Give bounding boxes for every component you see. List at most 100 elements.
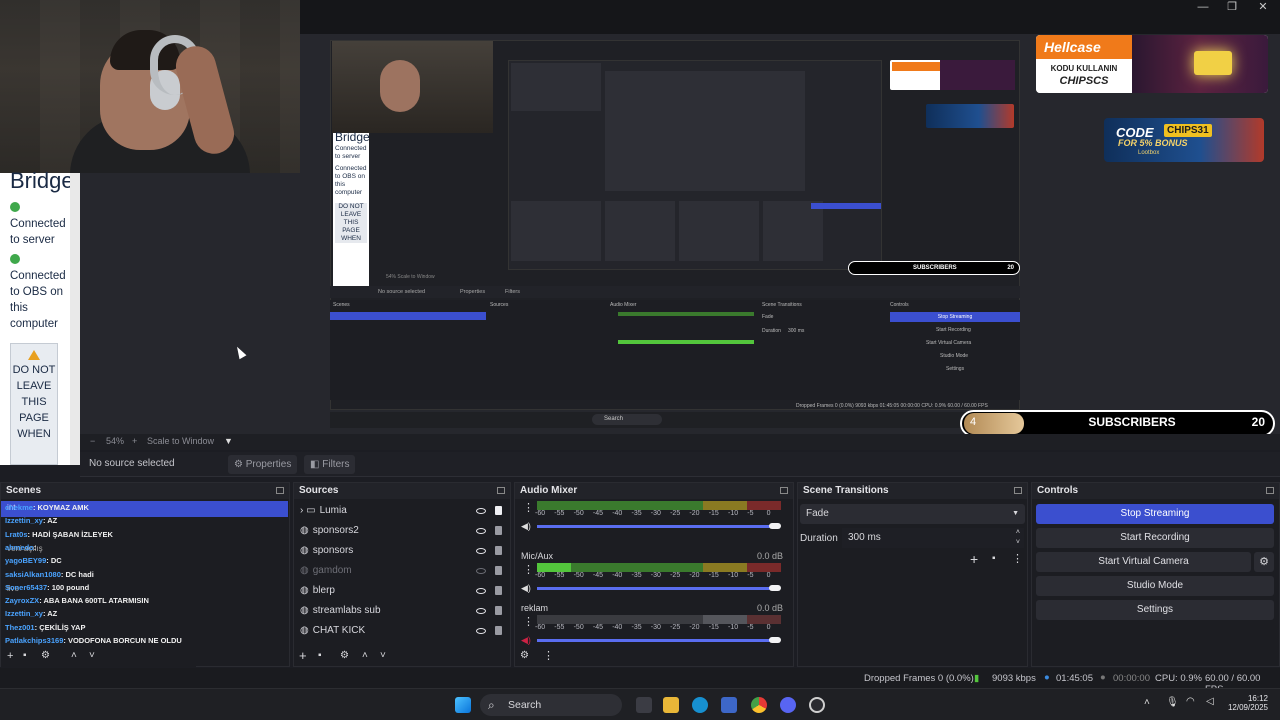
undock-icon[interactable] <box>1266 487 1274 494</box>
stream-icon: ● <box>1044 672 1050 683</box>
discord-icon[interactable] <box>780 697 796 713</box>
clock[interactable]: 16:12 12/09/2025 <box>1222 694 1268 712</box>
gear-icon[interactable]: ⚙ <box>41 650 50 661</box>
edge-icon[interactable] <box>692 697 708 713</box>
browser-icon: ◍ <box>300 525 309 536</box>
speaker-icon[interactable]: ◀) <box>521 635 531 646</box>
chevron-up-icon[interactable]: ˄ <box>1144 697 1150 708</box>
lock-icon[interactable] <box>495 566 502 575</box>
transition-select[interactable]: Fade ▼ <box>800 504 1025 524</box>
volume-scale: -60 -55 -50 -45 -40 -35 -30 -25 -20 -15 -10 -5 0 <box>535 624 771 631</box>
move-down-button[interactable]: ˅ <box>380 650 386 661</box>
chat-message: ahmedo: <box>5 542 37 552</box>
task-view-icon[interactable] <box>636 697 652 713</box>
lock-icon[interactable] <box>495 626 502 635</box>
obs-icon[interactable] <box>809 697 825 713</box>
channel-db: 0.0 dB <box>756 603 783 613</box>
more-menu-icon[interactable]: ⋮ <box>1012 552 1023 565</box>
channel-menu-icon[interactable]: ⋮ <box>523 501 534 514</box>
gear-icon[interactable]: ⚙ <box>520 650 529 661</box>
taskbar-search[interactable]: ⌕ Search <box>480 694 622 716</box>
windows-start-icon[interactable] <box>455 697 471 713</box>
chat-message: chekme: KOYMAZ AMK <box>5 503 89 512</box>
move-down-button[interactable]: ˅ <box>89 650 95 661</box>
zoom-out-button[interactable]: − <box>90 436 95 446</box>
source-item[interactable]: ◍ blerp <box>294 581 510 601</box>
undock-icon[interactable] <box>780 487 788 494</box>
chrome-icon[interactable] <box>751 697 767 713</box>
store-icon[interactable] <box>721 697 737 713</box>
settings-button[interactable]: Settings <box>1036 600 1274 620</box>
start-virtual-camera-button[interactable]: Start Virtual Camera <box>1036 552 1251 572</box>
no-source-label: No source selected <box>89 458 175 469</box>
trash-icon[interactable]: ▪ <box>23 650 27 661</box>
undock-icon[interactable] <box>1014 487 1022 494</box>
visibility-eye-icon[interactable] <box>476 588 486 594</box>
studio-mode-button[interactable]: Studio Mode <box>1036 576 1274 596</box>
lumia-scrollbar[interactable] <box>70 173 80 465</box>
visibility-eye-icon[interactable] <box>476 548 486 554</box>
visibility-eye-icon[interactable] <box>476 508 486 514</box>
start-recording-button[interactable]: Start Recording <box>1036 528 1274 548</box>
source-item[interactable]: ◍ streamlabs sub <box>294 601 510 621</box>
close-button[interactable]: ✕ <box>1246 0 1280 16</box>
source-item[interactable]: ◍ sponsors2 <box>294 521 510 541</box>
chat-message: Lrat0s: HADİ ŞABAN İZLEYEK <box>5 529 113 539</box>
lock-icon[interactable] <box>495 586 502 595</box>
trash-icon[interactable]: ▪ <box>318 650 322 661</box>
lock-icon[interactable] <box>495 606 502 615</box>
add-source-button[interactable]: + <box>299 648 307 663</box>
undock-icon[interactable] <box>276 487 284 494</box>
channel-menu-icon[interactable]: ⋮ <box>523 563 534 576</box>
add-transition-button[interactable]: + <box>970 551 978 567</box>
move-up-button[interactable]: ˄ <box>71 650 77 661</box>
sources-toolbar: + ▪ ⚙ ˄ ˅ <box>294 647 510 667</box>
status-bar: Dropped Frames 0 (0.0%) ▮ 9093 kbps ● 01… <box>0 668 1280 695</box>
maximize-button[interactable]: ❐ <box>1215 0 1249 16</box>
visibility-eye-icon[interactable] <box>476 608 486 614</box>
file-explorer-icon[interactable] <box>663 697 679 713</box>
filters-button[interactable]: ◧ Filters <box>304 455 356 474</box>
stop-streaming-button[interactable]: Stop Streaming <box>1036 504 1274 524</box>
wifi-icon[interactable]: ◠ <box>1186 696 1195 707</box>
visibility-eye-icon[interactable] <box>476 528 486 534</box>
volume-slider[interactable] <box>537 637 781 643</box>
more-menu-icon[interactable]: ⋮ <box>543 649 554 662</box>
lock-icon[interactable] <box>495 526 502 535</box>
volume-slider[interactable] <box>537 523 781 529</box>
lock-icon[interactable] <box>495 546 502 555</box>
chips-bonus-banner: CODE CHIPS31 FOR 5% BONUS Lootbox <box>1104 118 1264 162</box>
scale-mode[interactable]: Scale to Window <box>147 436 214 446</box>
visibility-eye-icon[interactable] <box>476 628 486 634</box>
trash-icon[interactable]: ▪ <box>992 553 996 564</box>
zoom-in-button[interactable]: + <box>132 436 137 446</box>
lock-icon[interactable] <box>495 506 502 515</box>
undock-icon[interactable] <box>497 487 505 494</box>
volume-icon[interactable]: ◁ <box>1206 696 1214 707</box>
source-item[interactable]: ◍ CHAT KICK <box>294 621 510 641</box>
scenes-dock: Scenes int veni açılış live chekme: KOYM… <box>0 482 290 667</box>
move-up-button[interactable]: ˄ <box>362 650 368 661</box>
gear-icon[interactable]: ⚙ <box>1254 552 1274 572</box>
gear-icon[interactable]: ⚙ <box>340 650 349 661</box>
channel-menu-icon[interactable]: ⋮ <box>523 615 534 628</box>
microphone-icon[interactable]: 🎙 <box>1166 697 1179 708</box>
scenes-title: Scenes <box>1 483 289 499</box>
channel-db: 0.0 dB <box>756 551 783 561</box>
speaker-icon[interactable]: ◀) <box>521 583 531 594</box>
source-item[interactable]: ◍ gamdom <box>294 561 510 581</box>
duration-input[interactable]: 300 ms ˄ ˅ <box>842 528 1024 548</box>
visibility-eye-icon[interactable] <box>476 568 486 574</box>
properties-button[interactable]: ⚙ Properties <box>228 455 298 474</box>
chat-message: Thez001: ÇEKİLİŞ YAP <box>5 622 86 632</box>
nested-deeper-capture <box>508 60 882 270</box>
volume-slider[interactable] <box>537 585 781 591</box>
speaker-icon[interactable]: ◀) <box>521 521 531 532</box>
webcam-feed <box>0 0 300 173</box>
browser-icon: ◍ <box>300 545 309 556</box>
source-item[interactable]: › ▭ Lumia <box>294 501 510 521</box>
source-item[interactable]: ◍ sponsors <box>294 541 510 561</box>
add-scene-button[interactable]: + <box>7 650 13 662</box>
chevron-down-icon[interactable]: ▼ <box>224 436 233 446</box>
signal-icon: ▮ <box>974 673 980 684</box>
